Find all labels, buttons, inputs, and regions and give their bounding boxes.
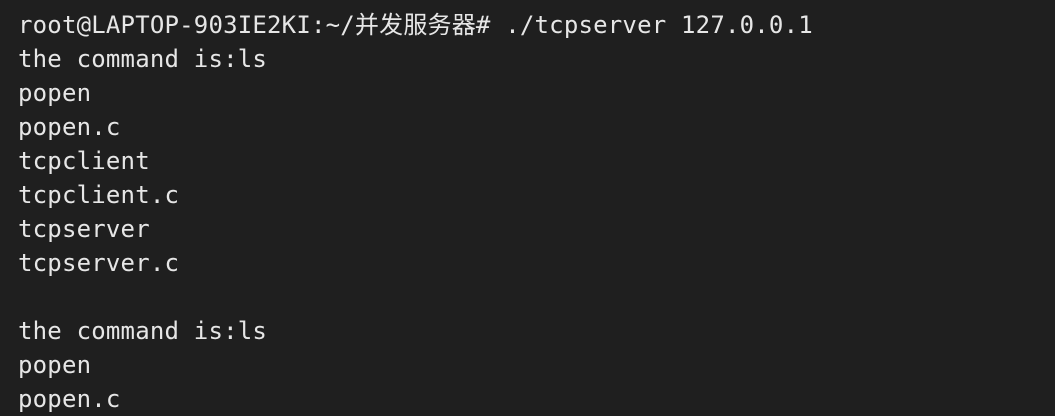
output-line: popen.c xyxy=(18,113,121,141)
output-line: popen.c xyxy=(18,385,121,413)
output-line: tcpclient.c xyxy=(18,181,180,209)
output-line: popen xyxy=(18,351,92,379)
output-line: tcpserver.c xyxy=(18,249,180,277)
terminal-output[interactable]: root@LAPTOP-903IE2KI:~/并发服务器# ./tcpserve… xyxy=(0,0,1055,416)
output-line: popen xyxy=(18,79,92,107)
prompt-command-line: root@LAPTOP-903IE2KI:~/并发服务器# ./tcpserve… xyxy=(18,11,813,39)
output-line: the command is:ls xyxy=(18,45,268,73)
output-line: tcpclient xyxy=(18,147,150,175)
output-line: the command is:ls xyxy=(18,317,268,345)
output-line: tcpserver xyxy=(18,215,150,243)
